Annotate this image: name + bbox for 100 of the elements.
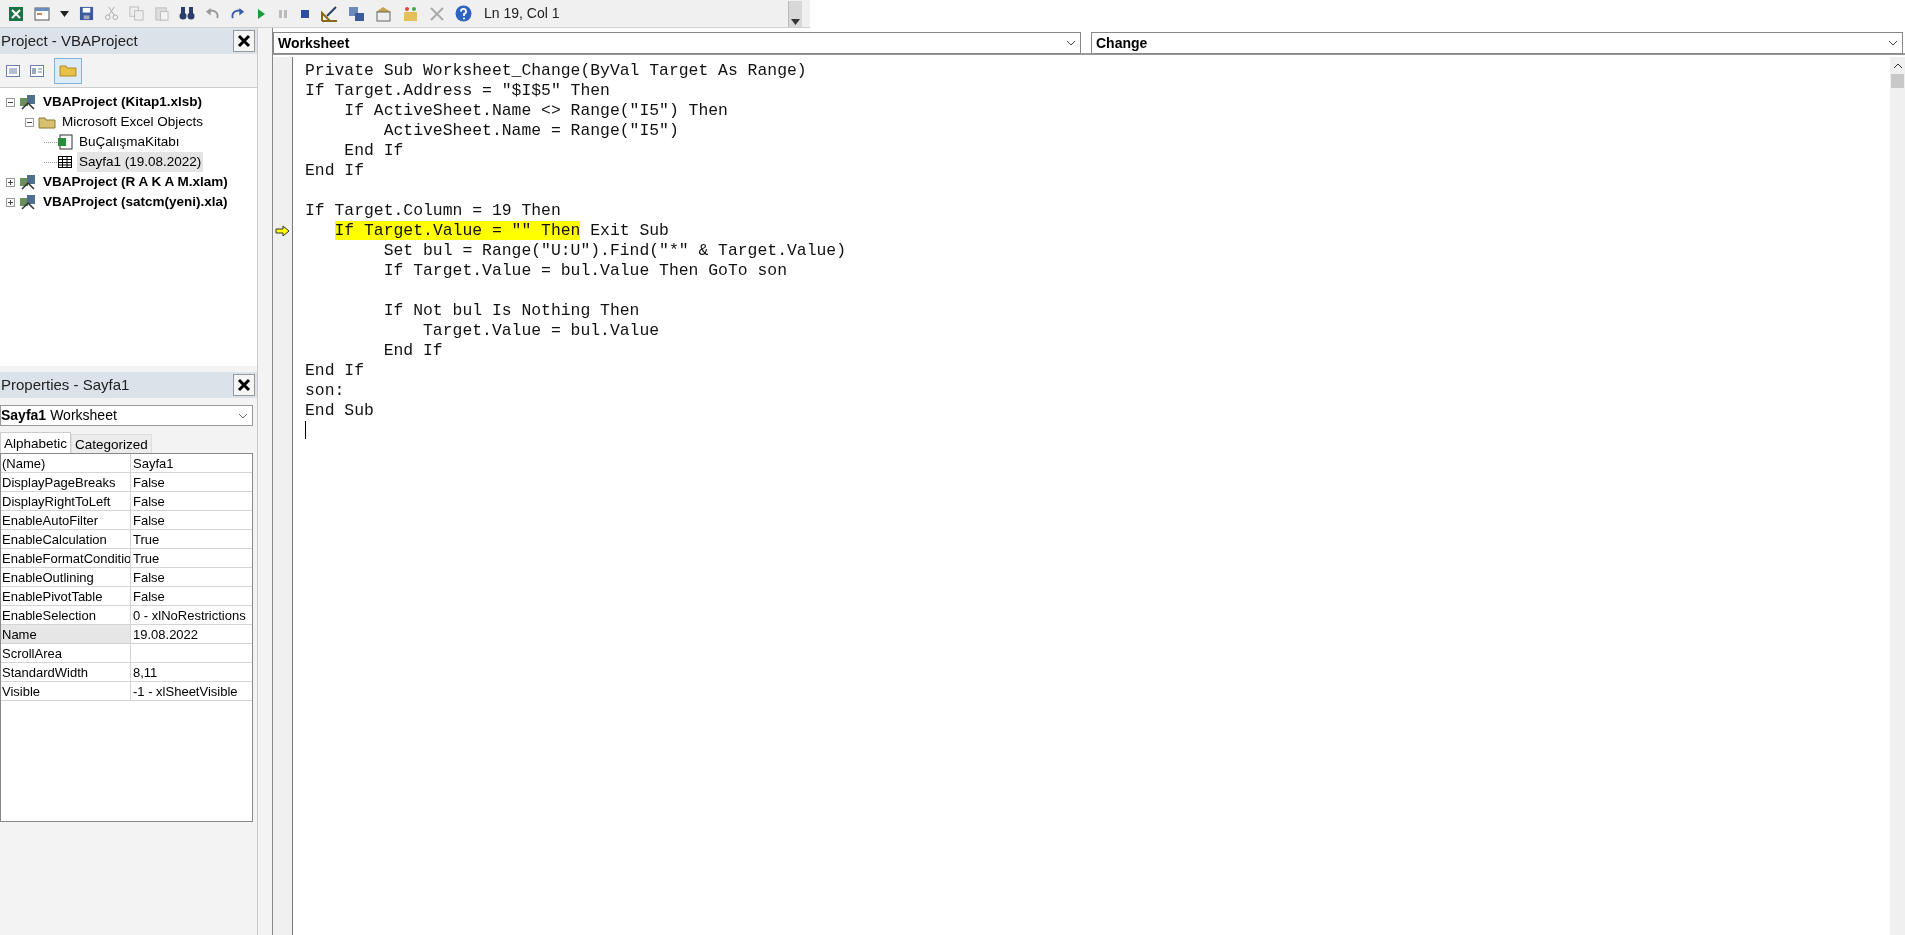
code-line: If Target.Value = bul.Value Then GoTo son xyxy=(382,261,788,281)
binoculars-icon[interactable] xyxy=(179,6,195,21)
property-value[interactable]: True xyxy=(131,530,252,548)
code-line: If Target.Value = "" Then Exit Sub xyxy=(333,221,670,241)
project-icon xyxy=(19,174,37,190)
tree-item[interactable]: Sayfa1 (19.08.2022) xyxy=(77,151,204,173)
code-line: If Not bul Is Nothing Then xyxy=(382,301,641,321)
tree-item[interactable]: VBAProject (satcm(yeni).xla) xyxy=(41,191,230,213)
procedure-dropdown[interactable]: Change xyxy=(1091,32,1903,54)
property-value[interactable]: -1 - xlSheetVisible xyxy=(131,682,252,700)
code-line: son: xyxy=(305,381,346,401)
project-icon xyxy=(19,94,37,110)
code-line: If ActiveSheet.Name <> Range("I5") Then xyxy=(343,101,729,121)
object-name: Sayfa1 xyxy=(1,406,47,425)
properties-tab[interactable]: Alphabetic xyxy=(0,432,72,453)
property-name[interactable]: (Name) xyxy=(1,454,131,472)
plus-icon xyxy=(7,178,14,186)
run-icon[interactable] xyxy=(255,7,267,20)
property-value[interactable]: False xyxy=(131,587,252,605)
redo-icon[interactable] xyxy=(230,6,245,21)
close-icon xyxy=(237,34,251,48)
plus-icon xyxy=(7,198,14,206)
code-line: ActiveSheet.Name = Range("I5") xyxy=(382,121,680,141)
code-line: End If xyxy=(382,341,444,361)
view-code-icon[interactable] xyxy=(6,64,20,77)
code-line: End If xyxy=(305,361,366,381)
chevron-down-icon xyxy=(791,18,800,25)
close-button[interactable] xyxy=(233,30,255,52)
chevron-down-icon xyxy=(1066,40,1076,46)
help-icon[interactable] xyxy=(455,5,472,22)
property-value[interactable]: False xyxy=(131,473,252,491)
view-object-icon[interactable] xyxy=(30,64,44,77)
panel-title: Properties - Sayfa1 xyxy=(0,374,130,395)
property-name[interactable]: EnableOutlining xyxy=(1,568,131,586)
code-line: Target.Value = bul.Value xyxy=(422,321,661,341)
dropdown-arrow-icon[interactable] xyxy=(60,10,69,17)
excel-icon[interactable] xyxy=(8,5,24,22)
code-line: If Target.Address = "$I$5" Then xyxy=(305,81,611,101)
save-icon[interactable] xyxy=(79,6,94,21)
property-value[interactable]: False xyxy=(131,492,252,510)
property-name[interactable]: Name xyxy=(1,625,131,643)
property-value[interactable]: 0 - xlNoRestrictions xyxy=(131,606,252,624)
scrollbar-thumb[interactable] xyxy=(1891,74,1904,88)
text-cursor xyxy=(305,421,306,439)
toolbar-options-button[interactable] xyxy=(788,0,802,27)
tree-line xyxy=(44,161,57,163)
folder-icon xyxy=(59,64,77,77)
chevron-down-icon xyxy=(238,412,248,419)
panel-title: Project - VBAProject xyxy=(0,30,138,51)
code-line: If Target.Column = 19 Then xyxy=(305,201,562,221)
close-icon xyxy=(237,378,251,392)
object-browser-icon[interactable] xyxy=(402,5,419,22)
property-name[interactable]: EnableFormatConditio xyxy=(1,549,131,567)
expand-toggle[interactable] xyxy=(6,197,15,207)
collapse-toggle[interactable] xyxy=(6,97,15,107)
design-mode-icon[interactable] xyxy=(321,5,338,22)
property-name[interactable]: EnableSelection xyxy=(1,606,131,624)
folder-icon xyxy=(38,115,56,129)
project-explorer-icon[interactable] xyxy=(348,5,365,22)
project-icon xyxy=(19,194,37,210)
property-name[interactable]: StandardWidth xyxy=(1,663,131,681)
code-line: Set bul = Range("U:U").Find("*" & Target.Value) xyxy=(382,241,847,261)
object-dropdown[interactable]: Worksheet xyxy=(273,32,1081,54)
property-value[interactable]: 19.08.2022 xyxy=(131,625,252,643)
property-name[interactable]: DisplayRightToLeft xyxy=(1,492,131,510)
property-value[interactable]: False xyxy=(131,568,252,586)
properties-icon[interactable] xyxy=(375,5,392,22)
insert-form-icon[interactable] xyxy=(34,5,50,22)
code-line: End If xyxy=(343,141,405,161)
object-type: Worksheet xyxy=(50,406,117,425)
property-name[interactable]: EnablePivotTable xyxy=(1,587,131,605)
tree-item[interactable]: VBAProject (R A K A M.xlam) xyxy=(41,171,230,193)
code-line: End If xyxy=(305,161,366,181)
chevron-up-icon xyxy=(1892,62,1903,69)
property-value[interactable]: Sayfa1 xyxy=(131,454,252,472)
workbook-icon xyxy=(57,134,73,150)
properties-tab[interactable]: Categorized xyxy=(71,434,152,453)
worksheet-icon xyxy=(57,154,73,170)
code-line: Private Sub Worksheet_Change(ByVal Target As Range) xyxy=(305,61,808,81)
chevron-down-icon xyxy=(1888,40,1898,46)
property-value[interactable]: False xyxy=(131,511,252,529)
property-name[interactable]: Visible xyxy=(1,682,131,700)
property-name[interactable]: DisplayPageBreaks xyxy=(1,473,131,491)
expand-toggle[interactable] xyxy=(6,177,15,187)
tree-item[interactable]: BuÇalışmaKitabı xyxy=(77,131,182,153)
property-name[interactable]: EnableAutoFilter xyxy=(1,511,131,529)
property-name[interactable]: EnableCalculation xyxy=(1,530,131,548)
property-value[interactable]: True xyxy=(131,549,252,567)
object-dropdown[interactable]: Sayfa1 Worksheet xyxy=(0,405,253,426)
stop-icon[interactable] xyxy=(299,7,311,20)
toggle-folders-button[interactable] xyxy=(54,57,82,84)
close-button[interactable] xyxy=(233,374,255,396)
tree-item[interactable]: VBAProject (Kitap1.xlsb) xyxy=(41,91,205,113)
tree-item[interactable]: Microsoft Excel Objects xyxy=(60,111,206,133)
cursor-position: Ln 19, Col 1 xyxy=(484,4,560,23)
property-name[interactable]: ScrollArea xyxy=(1,644,131,662)
collapse-toggle[interactable] xyxy=(25,117,34,127)
tree-line xyxy=(44,141,57,143)
code-line: End Sub xyxy=(305,401,375,421)
property-value[interactable]: 8,11 xyxy=(131,663,252,681)
